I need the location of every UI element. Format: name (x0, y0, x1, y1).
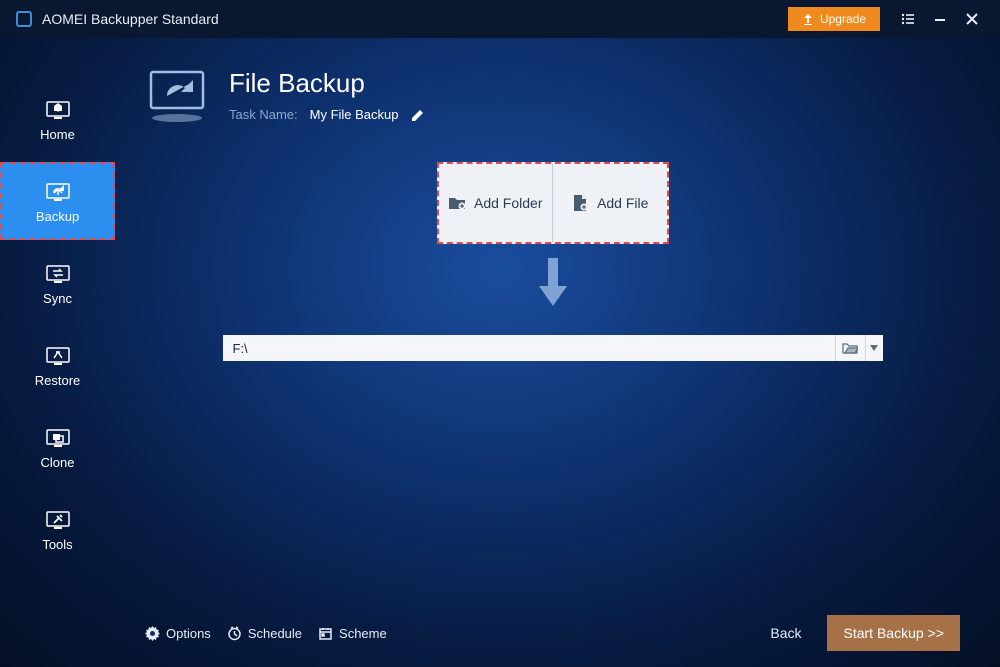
app-title: AOMEI Backupper Standard (42, 11, 219, 27)
upgrade-icon (802, 13, 814, 25)
sidebar-item-home[interactable]: Home (0, 80, 115, 158)
titlebar: AOMEI Backupper Standard Upgrade (0, 0, 1000, 38)
sidebar-item-label: Backup (36, 209, 79, 224)
task-name-value: My File Backup (310, 107, 399, 122)
gear-icon (145, 626, 160, 641)
sidebar-item-sync[interactable]: Sync (0, 244, 115, 322)
sidebar-item-tools[interactable]: Tools (0, 490, 115, 568)
sidebar-item-label: Clone (41, 455, 75, 470)
arrow-down-icon (535, 258, 571, 313)
add-source-box: Add Folder Add File (437, 162, 669, 244)
upgrade-button[interactable]: Upgrade (788, 7, 880, 31)
sidebar-item-label: Tools (42, 537, 72, 552)
task-name-label: Task Name: (229, 107, 298, 122)
destination-dropdown[interactable] (865, 335, 883, 361)
destination-row (223, 335, 883, 361)
footer: Options Schedule Scheme Back Start Backu… (145, 595, 960, 651)
edit-icon[interactable] (411, 108, 425, 122)
menu-icon[interactable] (892, 11, 924, 27)
start-backup-button[interactable]: Start Backup >> (827, 615, 960, 651)
calendar-icon (318, 626, 333, 641)
page-title: File Backup (229, 68, 425, 99)
app-logo-icon (16, 11, 32, 27)
schedule-link[interactable]: Schedule (227, 626, 302, 641)
sidebar-item-backup[interactable]: Backup (0, 162, 115, 240)
add-folder-button[interactable]: Add Folder (439, 164, 554, 242)
sidebar-item-clone[interactable]: Clone (0, 408, 115, 486)
content: File Backup Task Name: My File Backup Ad… (115, 38, 1000, 667)
sidebar-item-label: Restore (35, 373, 81, 388)
header-icon (145, 68, 209, 122)
sidebar-item-label: Sync (43, 291, 72, 306)
sidebar: Home Backup Sync Restore Clone Tools (0, 38, 115, 667)
sidebar-item-restore[interactable]: Restore (0, 326, 115, 404)
browse-button[interactable] (835, 335, 865, 361)
destination-input[interactable] (223, 335, 835, 361)
minimize-button[interactable] (924, 12, 956, 26)
clock-icon (227, 626, 242, 641)
options-link[interactable]: Options (145, 626, 211, 641)
add-file-button[interactable]: Add File (553, 164, 667, 242)
scheme-link[interactable]: Scheme (318, 626, 387, 641)
sidebar-item-label: Home (40, 127, 75, 142)
back-button[interactable]: Back (750, 617, 821, 649)
close-button[interactable] (956, 12, 988, 26)
